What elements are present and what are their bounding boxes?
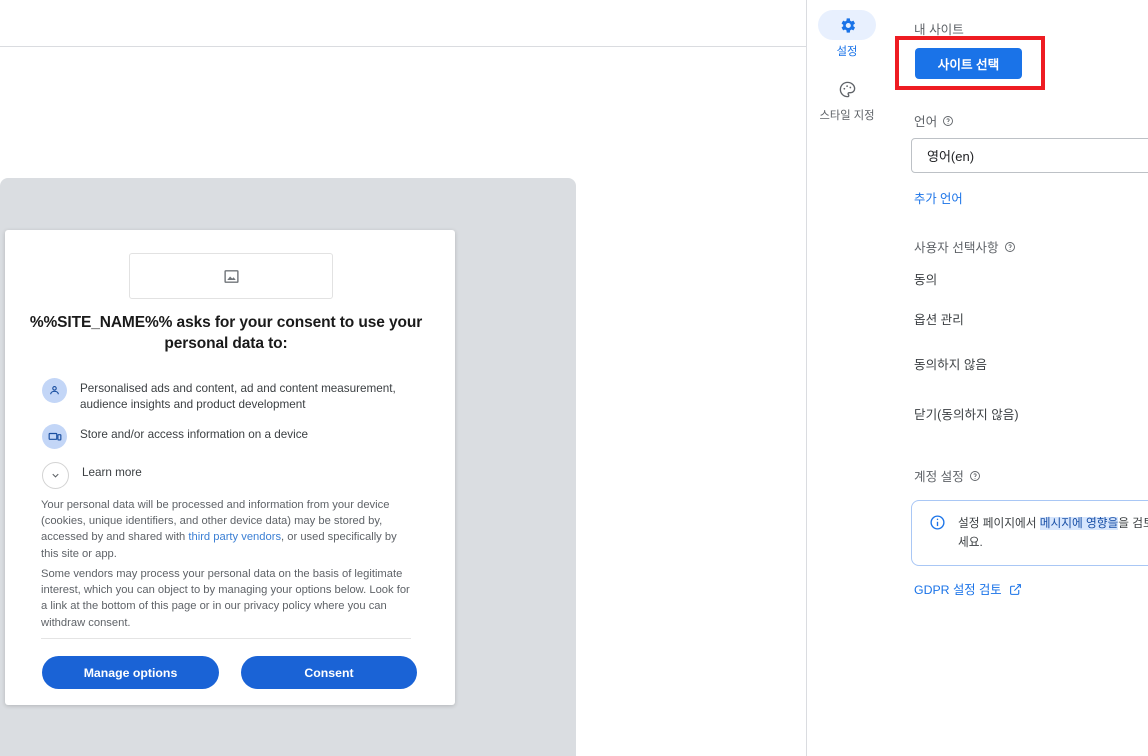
language-label-text: 언어 <box>914 115 938 129</box>
help-circle-icon[interactable] <box>942 115 954 127</box>
highlight-annotation-box <box>895 36 1045 90</box>
rail-item-styling[interactable]: 스타일 지정 <box>813 74 881 123</box>
icon-rail: 설정 스타일 지정 <box>807 0 887 756</box>
manage-options-button[interactable]: Manage options <box>42 656 219 689</box>
learn-more-label[interactable]: Learn more <box>82 462 142 481</box>
info-icon <box>929 514 946 565</box>
consent-body-paragraph-2: Some vendors may process your personal d… <box>41 568 410 629</box>
chevron-down-icon[interactable] <box>42 462 69 489</box>
user-choice-item[interactable]: 동의 <box>914 269 937 288</box>
info-text-part1: 설정 페이지에서 <box>958 517 1040 530</box>
consent-purpose-row: Store and/or access information on a dev… <box>42 424 422 449</box>
account-settings-label-text: 계정 설정 <box>914 470 964 484</box>
device-icon <box>42 424 67 449</box>
consent-title: %%SITE_NAME%% asks for your consent to u… <box>29 314 423 352</box>
logo-placeholder <box>129 253 333 299</box>
gdpr-settings-review-link[interactable]: GDPR 설정 검토 <box>914 580 1022 598</box>
user-choice-item[interactable]: 닫기(동의하지 않음) <box>914 404 1019 423</box>
learn-more-row[interactable]: Learn more <box>42 462 422 489</box>
add-language-link[interactable]: 추가 언어 <box>914 189 963 207</box>
language-select[interactable]: 영어(en) <box>911 138 1148 173</box>
consent-button[interactable]: Consent <box>241 656 417 689</box>
rail-item-label[interactable]: 설정 <box>837 43 858 59</box>
user-choices-label: 사용자 선택사항 <box>914 237 1016 256</box>
image-placeholder-icon <box>223 268 240 285</box>
consent-purpose-label: Store and/or access information on a dev… <box>80 428 309 441</box>
app-root: %%SITE_NAME%% asks for your consent to u… <box>0 0 1148 756</box>
gdpr-link-label[interactable]: GDPR 설정 검토 <box>914 580 1002 598</box>
header-divider <box>0 46 807 47</box>
help-circle-icon[interactable] <box>969 470 981 482</box>
consent-purpose-row: Personalised ads and content, ad and con… <box>42 378 422 412</box>
account-info-box: 설정 페이지에서 메시지에 영향을을 검토하세요. <box>911 500 1148 566</box>
help-circle-icon[interactable] <box>1004 241 1016 253</box>
consent-divider <box>41 638 411 639</box>
palette-icon[interactable] <box>818 74 876 104</box>
rail-item-settings[interactable]: 설정 <box>813 10 881 59</box>
language-label: 언어 <box>914 111 954 130</box>
language-select-value: 영어(en) <box>927 149 975 164</box>
rail-item-label[interactable]: 스타일 지정 <box>819 107 874 123</box>
user-choice-item[interactable]: 옵션 관리 <box>914 309 964 328</box>
message-impact-link[interactable]: 메시지에 영향을 <box>1039 517 1119 530</box>
settings-panel: 내 사이트 언어 사용자 선택사항 계정 설정 <box>888 0 1148 756</box>
user-choices-label-text: 사용자 선택사항 <box>914 241 999 255</box>
account-settings-label: 계정 설정 <box>914 466 981 485</box>
person-icon <box>42 378 67 403</box>
user-choice-item[interactable]: 동의하지 않음 <box>914 354 987 373</box>
consent-body-paragraph-1: Your personal data will be processed and… <box>41 497 411 562</box>
gear-icon[interactable] <box>818 10 876 40</box>
third-party-vendors-link[interactable]: third party vendors <box>188 531 281 543</box>
external-link-icon[interactable] <box>1009 583 1022 596</box>
account-info-text: 설정 페이지에서 메시지에 영향을을 검토하세요. <box>958 514 1148 565</box>
consent-purpose-label: Personalised ads and content, ad and con… <box>80 382 396 411</box>
